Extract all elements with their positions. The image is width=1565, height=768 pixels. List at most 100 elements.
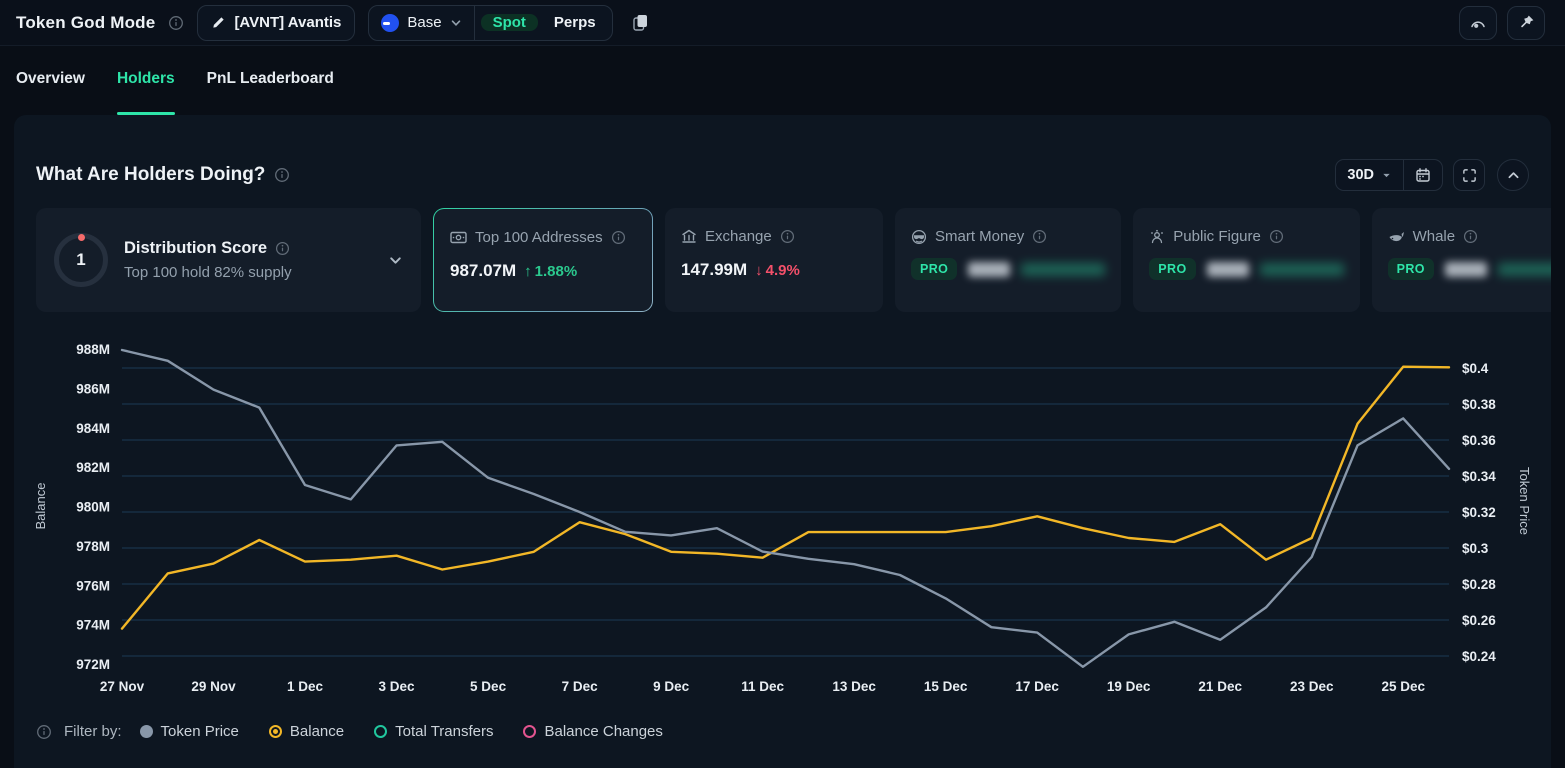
y-axis-right-tick: $0.38: [1462, 397, 1496, 412]
public-figure-icon: [1149, 229, 1165, 245]
section-tabs: Overview Holders PnL Leaderboard: [0, 46, 1565, 115]
tab-pnl-leaderboard[interactable]: PnL Leaderboard: [207, 70, 334, 115]
calendar-icon: [1415, 167, 1431, 183]
x-axis-tick: 25 Dec: [1381, 679, 1425, 694]
y-axis-left-tick: 988M: [76, 342, 110, 357]
info-icon[interactable]: [1463, 229, 1478, 244]
legend-item-label: Total Transfers: [395, 723, 493, 740]
calendar-button[interactable]: [1403, 160, 1442, 190]
x-axis-tick: 19 Dec: [1107, 679, 1151, 694]
holders-chart: 988M986M984M982M980M978M976M974M972M$0.4…: [14, 335, 1551, 707]
info-icon[interactable]: [1032, 229, 1047, 244]
y-axis-right-tick: $0.3: [1462, 541, 1489, 556]
x-axis-tick: 5 Dec: [470, 679, 507, 694]
public-figure-card[interactable]: Public Figure PRO: [1133, 208, 1359, 312]
change-value: 1.88%: [535, 263, 578, 280]
y-axis-left-tick: 976M: [76, 578, 110, 593]
x-axis-tick: 17 Dec: [1015, 679, 1059, 694]
balance-radio-icon: [269, 725, 282, 738]
pro-badge: PRO: [1149, 258, 1195, 280]
y-axis-left-tick: 982M: [76, 460, 110, 475]
filter-balance[interactable]: Balance: [269, 723, 344, 740]
chain-selector[interactable]: Base: [369, 6, 473, 40]
legend-item-label: Balance Changes: [544, 723, 662, 740]
page-title: Token God Mode: [16, 13, 155, 33]
blurred-change: [1260, 263, 1344, 276]
whale-card[interactable]: Whale PRO: [1372, 208, 1551, 312]
pin-icon: [1518, 14, 1535, 31]
chevron-down-icon[interactable]: [388, 253, 403, 268]
metric-cards-row: 1 Distribution Score Top 100 hold 82% su…: [36, 208, 1551, 312]
token-price-line: [122, 350, 1449, 667]
x-axis-tick: 1 Dec: [287, 679, 324, 694]
y-axis-left-tick: 978M: [76, 539, 110, 554]
y-axis-right-tick: $0.26: [1462, 613, 1496, 628]
blurred-value: [1207, 262, 1249, 277]
fullscreen-button[interactable]: [1453, 159, 1485, 191]
token-selector[interactable]: [AVNT] Avantis: [197, 5, 355, 41]
chart-filter-legend: Filter by: Token Price Balance Total Tra…: [36, 723, 1529, 740]
info-icon[interactable]: [168, 15, 184, 31]
filter-by-label: Filter by:: [64, 723, 122, 740]
card-title: Top 100 Addresses: [475, 229, 603, 246]
x-axis-tick: 3 Dec: [379, 679, 416, 694]
timeframe-dropdown[interactable]: 30D: [1336, 160, 1403, 190]
timeframe-value: 30D: [1347, 167, 1374, 183]
watchlist-button[interactable]: [1459, 6, 1497, 40]
blurred-value: [968, 262, 1010, 277]
exchange-card[interactable]: Exchange 147.99M ↓4.9%: [665, 208, 883, 312]
pro-badge: PRO: [1388, 258, 1434, 280]
chevron-down-icon: [1381, 170, 1392, 181]
filter-balance-changes[interactable]: Balance Changes: [523, 723, 662, 740]
filter-total-transfers[interactable]: Total Transfers: [374, 723, 493, 740]
info-icon[interactable]: [1269, 229, 1284, 244]
chevron-down-icon: [450, 17, 462, 29]
change-value: 4.9%: [766, 262, 800, 279]
bank-icon: [681, 229, 697, 244]
tab-holders[interactable]: Holders: [117, 70, 175, 115]
change-badge: ↑1.88%: [524, 263, 577, 280]
app-header: Token God Mode [AVNT] Avantis Base Spot …: [0, 0, 1565, 46]
selected-card-border: Top 100 Addresses 987.07M ↑1.88%: [433, 208, 653, 312]
top-100-addresses-card[interactable]: Top 100 Addresses 987.07M ↑1.88%: [434, 209, 652, 311]
panel-title: What Are Holders Doing?: [36, 164, 265, 186]
pin-button[interactable]: [1507, 6, 1545, 40]
info-icon[interactable]: [274, 167, 290, 183]
tab-spot[interactable]: Spot: [481, 14, 538, 31]
chart-controls: 30D: [1335, 159, 1529, 191]
token-name: [AVNT] Avantis: [234, 14, 341, 31]
x-axis-tick: 23 Dec: [1290, 679, 1334, 694]
info-icon[interactable]: [611, 230, 626, 245]
y-axis-left-tick: 984M: [76, 421, 110, 436]
balance-line: [122, 367, 1449, 629]
y-axis-right-tick: $0.36: [1462, 433, 1496, 448]
distribution-score-card[interactable]: 1 Distribution Score Top 100 hold 82% su…: [36, 208, 421, 312]
pencil-icon: [211, 15, 226, 30]
copy-icon[interactable]: [632, 13, 649, 32]
info-icon[interactable]: [36, 724, 52, 740]
filter-token-price[interactable]: Token Price: [140, 723, 239, 740]
card-title: Smart Money: [935, 228, 1024, 245]
y-axis-right-tick: $0.4: [1462, 361, 1489, 376]
panel-header: What Are Holders Doing? 30D: [36, 157, 1529, 193]
tab-overview[interactable]: Overview: [16, 70, 85, 115]
score-indicator-dot: [78, 234, 85, 241]
down-arrow-icon: ↓: [755, 262, 763, 279]
chevron-up-icon: [1507, 169, 1520, 182]
info-icon[interactable]: [275, 241, 290, 256]
blurred-value: [1445, 262, 1487, 277]
right-axis-title: Token Price: [1517, 467, 1532, 535]
up-arrow-icon: ↑: [524, 263, 532, 280]
collapse-button[interactable]: [1497, 159, 1529, 191]
chain-name: Base: [407, 14, 441, 31]
info-icon[interactable]: [780, 229, 795, 244]
card-title: Whale: [1413, 228, 1456, 245]
y-axis-left-tick: 986M: [76, 381, 110, 396]
change-badge: ↓4.9%: [755, 262, 800, 279]
x-axis-tick: 21 Dec: [1198, 679, 1242, 694]
tab-perps[interactable]: Perps: [541, 14, 609, 31]
legend-item-label: Token Price: [161, 723, 239, 740]
card-title: Exchange: [705, 228, 772, 245]
y-axis-right-tick: $0.32: [1462, 505, 1496, 520]
smart-money-card[interactable]: Smart Money PRO: [895, 208, 1121, 312]
